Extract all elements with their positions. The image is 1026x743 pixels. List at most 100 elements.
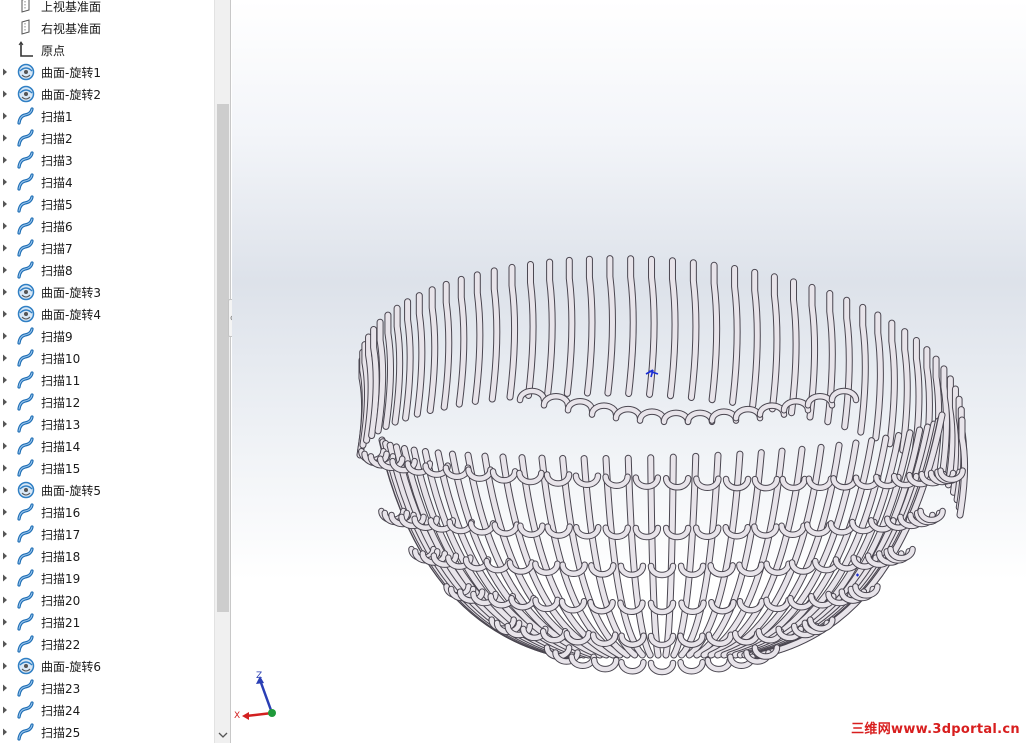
sweep-icon bbox=[16, 371, 36, 389]
sweep-icon bbox=[16, 107, 36, 125]
graphics-viewport[interactable]: Z X 三维网www.3dportal.cn bbox=[232, 0, 1026, 743]
tree-item[interactable]: 曲面-旋转6 bbox=[0, 655, 215, 677]
watermark-text: 三维网www.3dportal.cn bbox=[851, 722, 1020, 737]
wire-strand bbox=[789, 279, 799, 416]
tree-item-label: 扫描14 bbox=[41, 440, 81, 454]
wire-strand bbox=[781, 398, 811, 413]
tree-item[interactable]: 扫描24 bbox=[0, 699, 215, 721]
tree-item[interactable]: 扫描3 bbox=[0, 149, 215, 171]
tree-item[interactable]: 扫描18 bbox=[0, 545, 215, 567]
sweep-icon bbox=[16, 547, 36, 565]
tree-scrollbar[interactable] bbox=[214, 0, 230, 743]
expand-arrow-icon[interactable] bbox=[1, 683, 9, 693]
plane-icon bbox=[16, 0, 36, 15]
tree-item[interactable]: 扫描8 bbox=[0, 259, 215, 281]
tree-item[interactable]: 扫描17 bbox=[0, 523, 215, 545]
tree-item-label: 扫描11 bbox=[41, 374, 81, 388]
expand-arrow-icon[interactable] bbox=[1, 353, 9, 363]
tree-item[interactable]: 扫描6 bbox=[0, 215, 215, 237]
tree-item[interactable]: 扫描23 bbox=[0, 677, 215, 699]
tree-item[interactable]: 扫描10 bbox=[0, 347, 215, 369]
expand-arrow-icon[interactable] bbox=[1, 287, 9, 297]
revolve-surface-icon bbox=[16, 305, 36, 323]
expand-arrow-icon[interactable] bbox=[1, 67, 9, 77]
tree-item[interactable]: 扫描14 bbox=[0, 435, 215, 457]
tree-item-label: 扫描18 bbox=[41, 550, 81, 564]
tree-item[interactable]: 扫描15 bbox=[0, 457, 215, 479]
tree-item[interactable]: 扫描20 bbox=[0, 589, 215, 611]
expand-arrow-icon[interactable] bbox=[1, 309, 9, 319]
tree-item[interactable]: 上视基准面 bbox=[0, 0, 215, 17]
tree-item[interactable]: 扫描16 bbox=[0, 501, 215, 523]
expand-arrow-icon[interactable] bbox=[1, 155, 9, 165]
expand-arrow-icon[interactable] bbox=[1, 89, 9, 99]
expand-arrow-icon[interactable] bbox=[1, 573, 9, 583]
expand-arrow-icon[interactable] bbox=[1, 705, 9, 715]
expand-arrow-icon[interactable] bbox=[1, 199, 9, 209]
expand-arrow-icon[interactable] bbox=[1, 617, 9, 627]
tree-item[interactable]: 扫描7 bbox=[0, 237, 215, 259]
tree-item-label: 扫描10 bbox=[41, 352, 81, 366]
sweep-icon bbox=[16, 239, 36, 257]
expand-arrow-icon[interactable] bbox=[1, 133, 9, 143]
tree-item-label: 扫描23 bbox=[41, 682, 81, 696]
tree-item[interactable]: 原点 bbox=[0, 39, 215, 61]
tree-item[interactable]: 曲面-旋转2 bbox=[0, 83, 215, 105]
tree-item[interactable]: 曲面-旋转3 bbox=[0, 281, 215, 303]
tree-item[interactable]: 扫描13 bbox=[0, 413, 215, 435]
expand-arrow-icon[interactable] bbox=[1, 177, 9, 187]
expand-arrow-icon[interactable] bbox=[1, 375, 9, 385]
wire-strand bbox=[661, 410, 691, 425]
tree-item[interactable]: 扫描22 bbox=[0, 633, 215, 655]
tree-item-label: 扫描25 bbox=[41, 726, 81, 740]
expand-arrow-icon[interactable] bbox=[1, 441, 9, 451]
tree-item[interactable]: 扫描2 bbox=[0, 127, 215, 149]
expand-arrow-icon[interactable] bbox=[1, 507, 9, 517]
revolve-surface-icon bbox=[16, 657, 36, 675]
tree-item[interactable]: 曲面-旋转1 bbox=[0, 61, 215, 83]
wire-strand bbox=[858, 304, 868, 435]
expand-arrow-icon[interactable] bbox=[1, 639, 9, 649]
expand-arrow-icon[interactable] bbox=[1, 727, 9, 737]
expand-arrow-icon[interactable] bbox=[1, 551, 9, 561]
tree-item[interactable]: 扫描19 bbox=[0, 567, 215, 589]
tree-item-label: 曲面-旋转2 bbox=[41, 88, 101, 102]
expand-arrow-icon[interactable] bbox=[1, 661, 9, 671]
tree-item-label: 扫描17 bbox=[41, 528, 81, 542]
expand-arrow-icon[interactable] bbox=[1, 463, 9, 473]
wire-strand bbox=[545, 259, 555, 397]
expand-arrow-icon[interactable] bbox=[1, 331, 9, 341]
expand-arrow-icon[interactable] bbox=[1, 595, 9, 605]
scroll-down-button[interactable] bbox=[215, 727, 230, 743]
tree-item[interactable]: 曲面-旋转5 bbox=[0, 479, 215, 501]
expand-arrow-icon[interactable] bbox=[1, 529, 9, 539]
sweep-icon bbox=[16, 591, 36, 609]
tree-item[interactable]: 扫描21 bbox=[0, 611, 215, 633]
wire-strand bbox=[507, 264, 518, 400]
expand-arrow-icon[interactable] bbox=[1, 243, 9, 253]
sweep-icon bbox=[16, 327, 36, 345]
tree-item[interactable]: 扫描4 bbox=[0, 171, 215, 193]
expand-arrow-icon[interactable] bbox=[1, 397, 9, 407]
expand-arrow-icon[interactable] bbox=[1, 265, 9, 275]
tree-item-label: 曲面-旋转5 bbox=[41, 484, 101, 498]
tree-item[interactable]: 右视基准面 bbox=[0, 17, 215, 39]
tree-item[interactable]: 扫描11 bbox=[0, 369, 215, 391]
scroll-thumb[interactable] bbox=[217, 104, 229, 612]
sweep-icon bbox=[16, 151, 36, 169]
wire-strand bbox=[829, 388, 859, 403]
expand-arrow-icon[interactable] bbox=[1, 221, 9, 231]
expand-arrow-icon[interactable] bbox=[1, 111, 9, 121]
expand-arrow-icon[interactable] bbox=[1, 485, 9, 495]
tree-item[interactable]: 扫描5 bbox=[0, 193, 215, 215]
wire-strand bbox=[414, 293, 425, 417]
tree-item[interactable]: 扫描1 bbox=[0, 105, 215, 127]
tree-item[interactable]: 扫描9 bbox=[0, 325, 215, 347]
tree-item[interactable]: 扫描12 bbox=[0, 391, 215, 413]
tree-item[interactable]: 曲面-旋转4 bbox=[0, 303, 215, 325]
expand-arrow-icon[interactable] bbox=[1, 419, 9, 429]
tree-item-label: 扫描6 bbox=[41, 220, 73, 234]
sweep-icon bbox=[16, 393, 36, 411]
tree-item-label: 扫描13 bbox=[41, 418, 81, 432]
tree-item[interactable]: 扫描25 bbox=[0, 721, 215, 743]
